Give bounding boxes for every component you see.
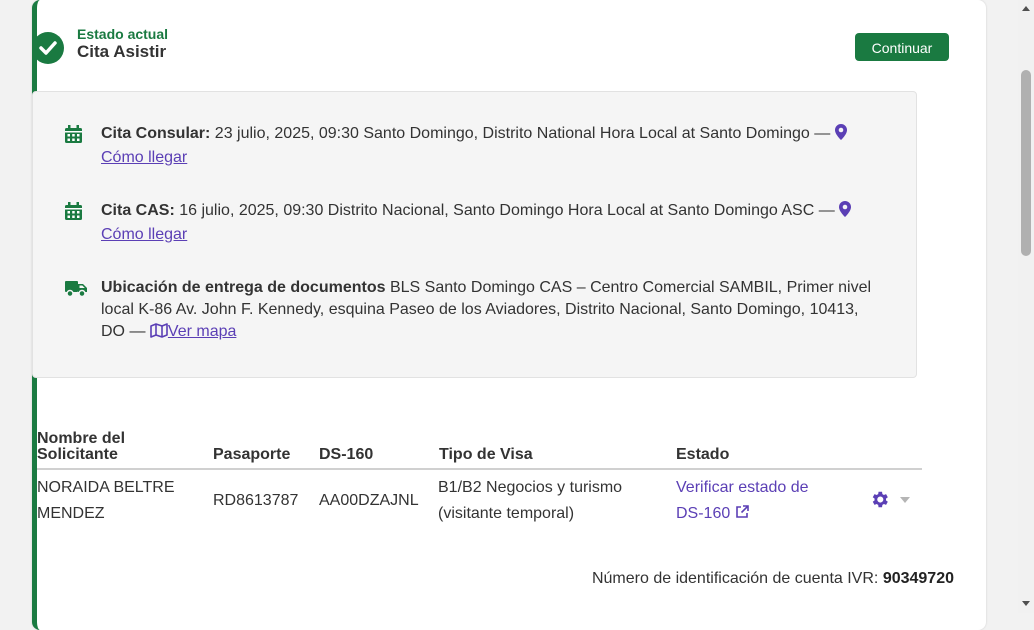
map-pin-icon[interactable]: [834, 124, 847, 147]
visa-type-line1: B1/B2 Negocios y turismo: [438, 479, 623, 496]
verify-ds160-line2[interactable]: DS-160: [676, 505, 730, 522]
delivery-label: Ubicación de entrega de documentos: [101, 279, 386, 296]
truck-icon: [65, 280, 87, 304]
verify-ds160-line1[interactable]: Verificar estado de: [676, 479, 809, 496]
applicant-name-line2: MENDEZ: [37, 505, 105, 522]
table-header-divider: [37, 468, 922, 470]
appointment-details-box: Cita Consular: 23 julio, 2025, 09:30 San…: [32, 91, 917, 378]
cas-directions-link[interactable]: Cómo llegar: [101, 226, 187, 243]
column-header-visa-type: Tipo de Visa: [439, 446, 533, 463]
caret-down-icon[interactable]: [900, 497, 910, 503]
applicant-ds160: AA00DZAJNL: [319, 492, 419, 509]
column-header-name-line1: Nombre del: [37, 430, 126, 447]
status-header: Estado actual Cita Asistir Continuar: [32, 26, 949, 70]
consular-directions-link[interactable]: Cómo llegar: [101, 149, 187, 166]
status-label: Estado actual: [77, 26, 169, 42]
status-value: Cita Asistir: [77, 42, 167, 61]
continue-button[interactable]: Continuar: [855, 33, 949, 61]
column-header-passport: Pasaporte: [213, 446, 291, 463]
gear-icon[interactable]: [869, 489, 890, 515]
view-map-link[interactable]: Ver mapa: [168, 323, 236, 340]
scroll-down-arrow[interactable]: [1022, 601, 1030, 606]
applicant-visa-type: B1/B2 Negocios y turismo (visitante temp…: [438, 475, 622, 527]
column-header-name: Nombre del Solicitante: [37, 431, 125, 463]
scrollbar-thumb[interactable]: [1021, 70, 1031, 256]
ivr-label: Número de identificación de cuenta IVR:: [591, 570, 879, 587]
cas-label: Cita CAS:: [101, 202, 175, 219]
consular-details: 23 julio, 2025, 09:30 Santo Domingo, Dis…: [214, 125, 831, 142]
ivr-value: 90349720: [882, 570, 954, 587]
map-icon[interactable]: [150, 323, 168, 345]
consular-label: Cita Consular:: [101, 125, 211, 142]
delivery-address-line1: BLS Santo Domingo CAS – Centro Comercial…: [389, 279, 872, 296]
cas-details: 16 julio, 2025, 09:30 Distrito Nacional,…: [179, 202, 835, 219]
applicant-passport: RD8613787: [213, 492, 299, 509]
column-header-status: Estado: [676, 446, 730, 463]
delivery-address-line3: DO —: [101, 323, 146, 340]
column-header-name-line2: Solicitante: [37, 446, 118, 463]
check-circle-icon: [32, 32, 64, 64]
visa-type-line2: (visitante temporal): [438, 505, 575, 522]
external-link-icon: [735, 502, 749, 528]
delivery-address-line2: local K-86 Av. John F. Kennedy, esquina …: [101, 301, 859, 318]
applicant-name: NORAIDA BELTRE MENDEZ: [37, 475, 175, 527]
scroll-up-arrow[interactable]: [1022, 6, 1030, 11]
applicant-name-line1: NORAIDA BELTRE: [37, 479, 175, 496]
verify-ds160-link[interactable]: Verificar estado de DS-160: [676, 475, 809, 528]
calendar-icon: [65, 125, 82, 150]
calendar-icon: [65, 202, 82, 227]
map-pin-icon[interactable]: [839, 201, 852, 224]
ivr-account-id: Número de identificación de cuenta IVR: …: [592, 570, 954, 588]
column-header-ds160: DS-160: [319, 446, 374, 463]
